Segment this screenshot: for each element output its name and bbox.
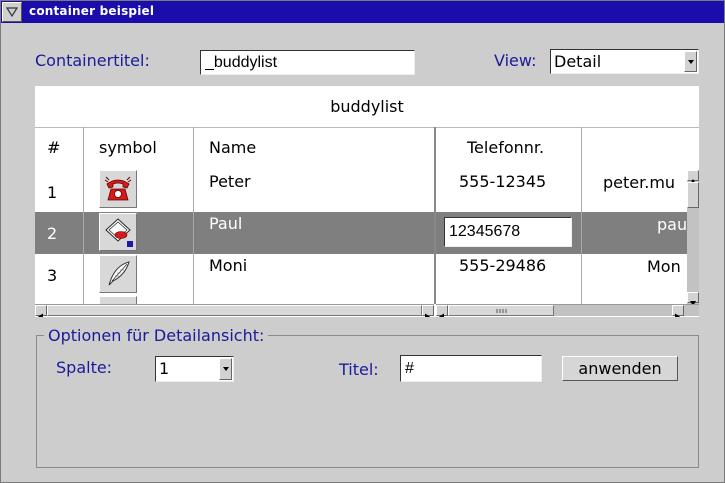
row-name: Peter	[209, 172, 251, 191]
scroll-up-button[interactable]	[687, 170, 699, 184]
row-name: Paul	[209, 214, 243, 233]
view-label: View:	[494, 51, 537, 70]
row-number: 3	[47, 266, 58, 285]
spalte-select-dropdown-button[interactable]	[219, 358, 232, 380]
apply-button[interactable]: anwenden	[562, 356, 678, 381]
horizontal-scrollbar-left[interactable]	[35, 304, 434, 317]
quill-icon	[108, 261, 130, 286]
telephone-icon	[104, 176, 132, 201]
window-menu-button[interactable]	[2, 2, 22, 22]
phone-edit-field[interactable]	[444, 217, 572, 247]
window-title: container beispiel	[29, 4, 155, 18]
table-row-selected[interactable]: 2 Paul pau	[35, 212, 699, 254]
scroll-left-button[interactable]	[35, 305, 47, 317]
row-number: 2	[47, 224, 58, 243]
containertitel-label: Containertitel:	[35, 51, 150, 70]
scroll-right-button[interactable]	[672, 305, 684, 317]
row-symbol	[99, 213, 137, 251]
spalte-select[interactable]: 1	[155, 356, 234, 382]
title-bar[interactable]: container beispiel	[1, 1, 724, 23]
row-name: Moni	[209, 256, 248, 275]
pane-divider[interactable]	[434, 127, 436, 304]
main-window: container beispiel Containertitel: View:…	[0, 0, 725, 483]
row-extra: pau	[657, 215, 688, 234]
spalte-select-value: 1	[159, 359, 170, 378]
column-header-symbol[interactable]: symbol	[99, 138, 157, 157]
table-caption: buddylist	[35, 86, 699, 128]
row-symbol	[99, 170, 137, 208]
view-select-dropdown-button[interactable]	[684, 51, 697, 72]
vertical-scrollbar[interactable]	[687, 170, 699, 306]
row-extra: Mon	[647, 257, 681, 276]
horizontal-scroll-thumb-left[interactable]	[47, 305, 422, 316]
vertical-scroll-thumb[interactable]	[687, 182, 699, 208]
row-symbol	[99, 255, 137, 293]
table-row[interactable]: 1 Peter 555-12345 peter.mu	[35, 170, 699, 212]
window-menu-icon	[6, 7, 18, 17]
view-select-value: Detail	[554, 52, 602, 71]
scroll-right-button[interactable]	[422, 305, 434, 317]
arrow-left-icon	[38, 313, 43, 317]
arrow-right-icon	[425, 313, 430, 317]
titel-input[interactable]	[400, 355, 542, 382]
row-extra: peter.mu	[603, 173, 676, 192]
row-number: 1	[47, 183, 58, 202]
horizontal-scrollbar-right[interactable]	[436, 304, 699, 317]
fax-icon	[105, 218, 133, 247]
row-phone: 555-12345	[459, 172, 547, 191]
buddylist-table: buddylist # symbol Name Telefonnr. 1 Pet…	[35, 86, 699, 317]
scroll-down-button[interactable]	[687, 292, 699, 306]
scroll-left-button[interactable]	[436, 305, 448, 317]
column-header-telefon[interactable]: Telefonnr.	[467, 138, 544, 157]
column-header-name[interactable]: Name	[209, 138, 256, 157]
arrow-left-icon	[439, 313, 444, 317]
options-group	[36, 335, 699, 468]
horizontal-scroll-thumb-right[interactable]	[448, 305, 554, 316]
chevron-down-icon	[687, 59, 694, 64]
grip-icon	[496, 308, 507, 313]
column-divider	[581, 127, 582, 304]
arrow-right-icon	[675, 313, 680, 317]
view-select[interactable]: Detail	[550, 49, 699, 74]
table-row[interactable]: 3 Moni 555-29486 Mon	[35, 254, 699, 296]
containertitel-input[interactable]	[200, 50, 415, 75]
column-divider	[83, 127, 84, 304]
row-phone: 555-29486	[459, 256, 547, 275]
options-group-title: Optionen für Detailansicht:	[44, 326, 269, 345]
column-header-number[interactable]: #	[47, 138, 60, 157]
column-divider	[193, 127, 194, 304]
row-symbol-partial	[99, 296, 137, 304]
spalte-label: Spalte:	[56, 358, 113, 377]
chevron-down-icon	[222, 367, 229, 371]
titel-label: Titel:	[339, 360, 379, 379]
